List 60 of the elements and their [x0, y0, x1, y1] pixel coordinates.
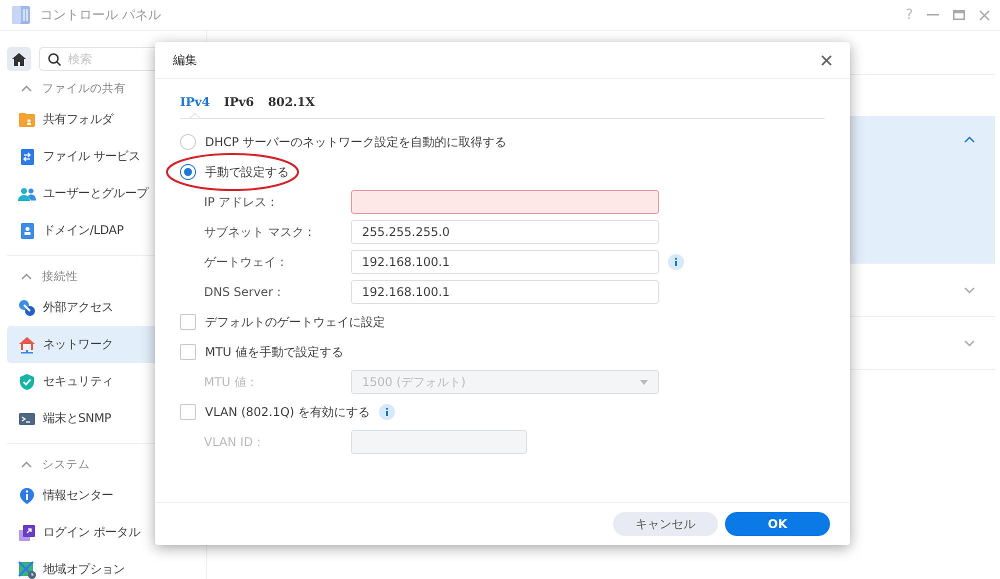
cancel-button[interactable]: キャンセル [613, 512, 718, 536]
tab[interactable]: IPv4 [180, 93, 210, 118]
chevron-icon[interactable] [964, 286, 975, 294]
chevron-icon[interactable] [21, 84, 32, 92]
group-label[interactable]: ファイルの共有 [42, 80, 126, 96]
checkbox-label[interactable]: VLAN (802.1Q) を有効にする [205, 404, 370, 420]
field-label: MTU 値 : [203, 374, 256, 390]
sidebar-item[interactable]: ファイル サービス [7, 138, 206, 175]
minimize-icon[interactable] [927, 14, 939, 16]
checkbox[interactable] [180, 344, 196, 360]
chevron-icon[interactable] [21, 272, 32, 280]
input-field[interactable]: 192.168.100.1 [351, 280, 659, 304]
sidebar-item[interactable]: 外部アクセス [7, 289, 206, 326]
tab[interactable]: IPv6 [224, 93, 254, 118]
dialog-title: 編集 [173, 52, 197, 68]
item-icon [18, 222, 36, 240]
sidebar-item[interactable]: セキュリティ [7, 363, 206, 400]
item-icon [18, 486, 36, 504]
item-icon [18, 298, 36, 316]
input-field[interactable]: 192.168.100.1 [351, 250, 659, 274]
home-icon [12, 52, 26, 66]
input-field[interactable] [351, 190, 659, 214]
item-icon [18, 148, 36, 166]
ok-button[interactable]: OK [725, 512, 830, 536]
caret-icon [640, 380, 648, 384]
checkbox-label[interactable]: MTU 値を手動で設定する [205, 344, 344, 360]
item-icon [18, 524, 36, 542]
app-icon [10, 4, 32, 26]
info-icon[interactable] [668, 254, 684, 270]
chevron-icon[interactable] [964, 136, 975, 143]
window-title: コントロール パネル [40, 7, 162, 24]
info-icon[interactable] [379, 404, 396, 420]
sidebar-item[interactable]: 情報センター [7, 477, 206, 514]
search-icon [48, 53, 61, 66]
field-label: DNS Server : [203, 285, 282, 299]
field-label: VLAN ID : [203, 435, 262, 449]
checkbox[interactable] [180, 404, 196, 420]
group-label[interactable]: 接続性 [42, 268, 78, 284]
sidebar-item[interactable]: 地域オプション [7, 551, 206, 579]
radio-button[interactable] [180, 164, 196, 180]
home-button[interactable] [7, 47, 31, 71]
group-label[interactable]: システム [42, 456, 90, 472]
sidebar-item[interactable]: 端末とSNMP [7, 400, 206, 437]
tab[interactable]: 802.1X [268, 93, 315, 118]
checkbox[interactable] [180, 314, 196, 330]
item-icon [18, 372, 36, 390]
close-icon[interactable] [821, 54, 832, 66]
checkbox-label[interactable]: デフォルトのゲートウェイに設定 [205, 314, 385, 330]
sidebar-item[interactable]: ユーザーとグループ [7, 175, 206, 212]
chevron-icon[interactable] [964, 340, 975, 346]
field-label: サブネット マスク : [203, 224, 313, 240]
radio-label[interactable]: DHCP サーバーのネットワーク設定を自動的に取得する [205, 134, 507, 150]
maximize-icon[interactable] [953, 10, 965, 20]
input-field[interactable]: 255.255.255.0 [351, 220, 659, 244]
item-icon [18, 110, 36, 128]
chevron-icon[interactable] [21, 460, 32, 468]
field-label: IP アドレス : [203, 194, 276, 210]
field-label: ゲートウェイ : [203, 254, 285, 270]
sidebar-item[interactable]: ログイン ポータル [7, 514, 206, 551]
item-icon [18, 336, 36, 354]
